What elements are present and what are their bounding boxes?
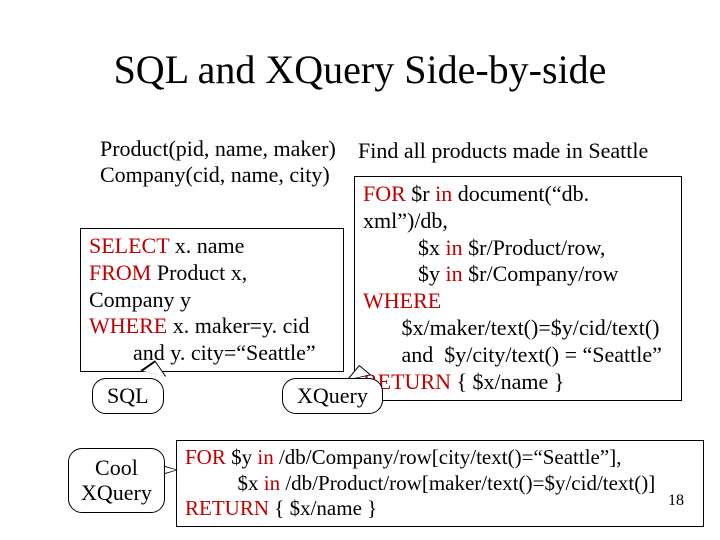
kw-where-xq: WHERE	[363, 288, 441, 313]
schema-line-2: Company(cid, name, city)	[100, 162, 336, 188]
kw-select: SELECT	[89, 233, 169, 258]
sql-code-box: SELECT x. name FROM Product x, Company y…	[80, 228, 344, 372]
kw-from: FROM	[89, 260, 151, 285]
kw-for: FOR	[363, 181, 406, 206]
task-text: Find all products made in Seattle	[358, 138, 648, 164]
label-cool-xquery: Cool XQuery	[68, 448, 165, 513]
label-sql: SQL	[92, 378, 164, 414]
slide-title: SQL and XQuery Side-by-side	[0, 46, 720, 93]
label-xquery: XQuery	[282, 378, 383, 414]
cool-xquery-code-box: FOR $y in /db/Company/row[city/text()=“S…	[176, 440, 704, 527]
page-number: 18	[668, 492, 684, 510]
schema-line-1: Product(pid, name, maker)	[100, 136, 336, 162]
schema-block: Product(pid, name, maker) Company(cid, n…	[100, 136, 336, 189]
kw-where: WHERE	[89, 313, 167, 338]
xquery-code-box: FOR $r in document(“db. xml”)/db, $x in …	[354, 176, 682, 401]
